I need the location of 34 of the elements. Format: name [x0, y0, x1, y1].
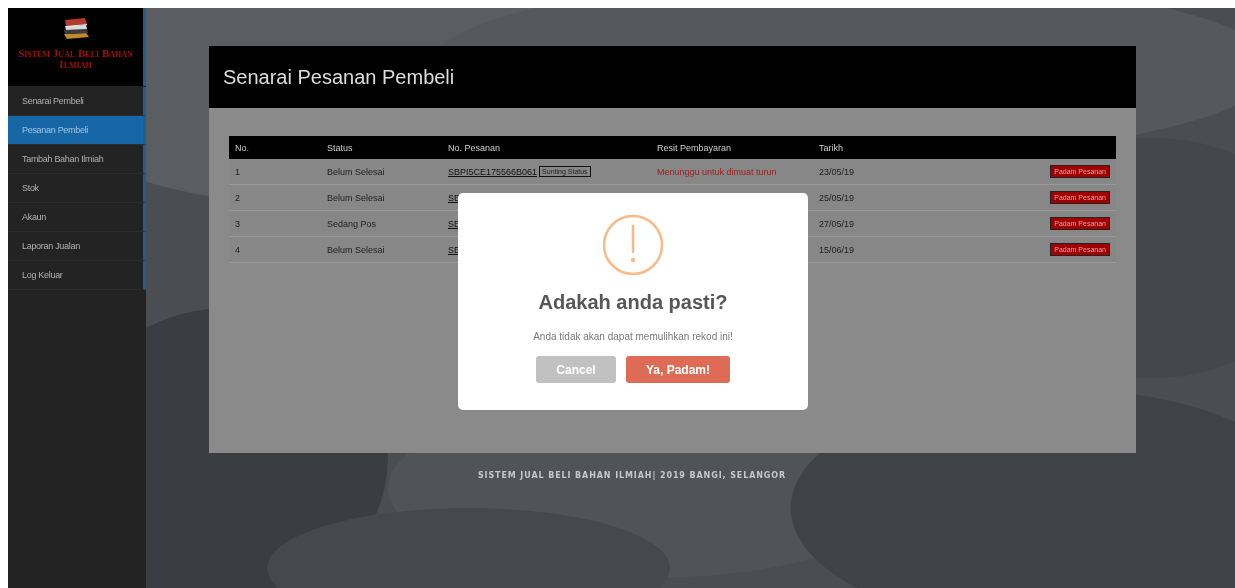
table-cell-text: Belum Selesai: [326, 192, 386, 203]
sidebar-item[interactable]: Pesanan Pembeli: [8, 116, 146, 145]
dialog-title: Adakah anda pasti?: [538, 291, 728, 315]
sidebar-item[interactable]: Log Keluar: [8, 261, 146, 290]
column-header: Resit Pembayaran: [656, 142, 733, 153]
table-cell: 23/05/19: [819, 166, 855, 177]
logo-text: Sistem Jual Beli Bahan Ilmiah: [17, 48, 134, 70]
table-cell: 15/06/19: [819, 244, 855, 255]
receipt-status: Menunggu untuk dimuat turun: [656, 166, 778, 177]
table-cell-text: Sedang Pos: [326, 218, 378, 229]
table-cell-text: Belum Selesai: [326, 166, 386, 177]
table-cell-text: 4: [234, 244, 241, 255]
order-link[interactable]: SE: [448, 192, 460, 203]
table-cell-text: 3: [234, 218, 241, 229]
table-cell: 27/05/19: [819, 218, 855, 229]
sidebar-item[interactable]: Akaun: [8, 203, 146, 232]
order-link[interactable]: SBPI5CE175566B061: [448, 166, 538, 177]
column-header: No. Pesanan: [447, 142, 502, 153]
table-cell-text: 1: [234, 166, 241, 177]
table-cell: 25/05/19: [819, 192, 855, 203]
confirm-button[interactable]: Ya, Padam!: [626, 356, 730, 383]
sidebar-item[interactable]: Stok: [8, 174, 146, 203]
table-cell-text: Belum Selesai: [326, 244, 386, 255]
footer-text: SISTEM JUAL BELI BAHAN ILMIAH| 2019 BANGI, SELANGOR: [476, 471, 788, 480]
column-header: Tarikh: [818, 142, 844, 153]
table-cell-text: 2: [234, 192, 241, 203]
warning-icon: [602, 214, 664, 276]
panel-title: Senarai Pesanan Pembeli: [223, 65, 455, 89]
sidebar-item[interactable]: Laporan Jualan: [8, 232, 146, 261]
sidebar-item[interactable]: Tambah Bahan Ilmiah: [8, 145, 146, 174]
column-header: Status: [326, 142, 354, 153]
sidebar-item[interactable]: Senarai Pembeli: [8, 87, 146, 116]
column-header: No.: [234, 142, 250, 153]
dialog-message: Anda tidak akan dapat memulihkan rekod ini!: [533, 331, 733, 342]
